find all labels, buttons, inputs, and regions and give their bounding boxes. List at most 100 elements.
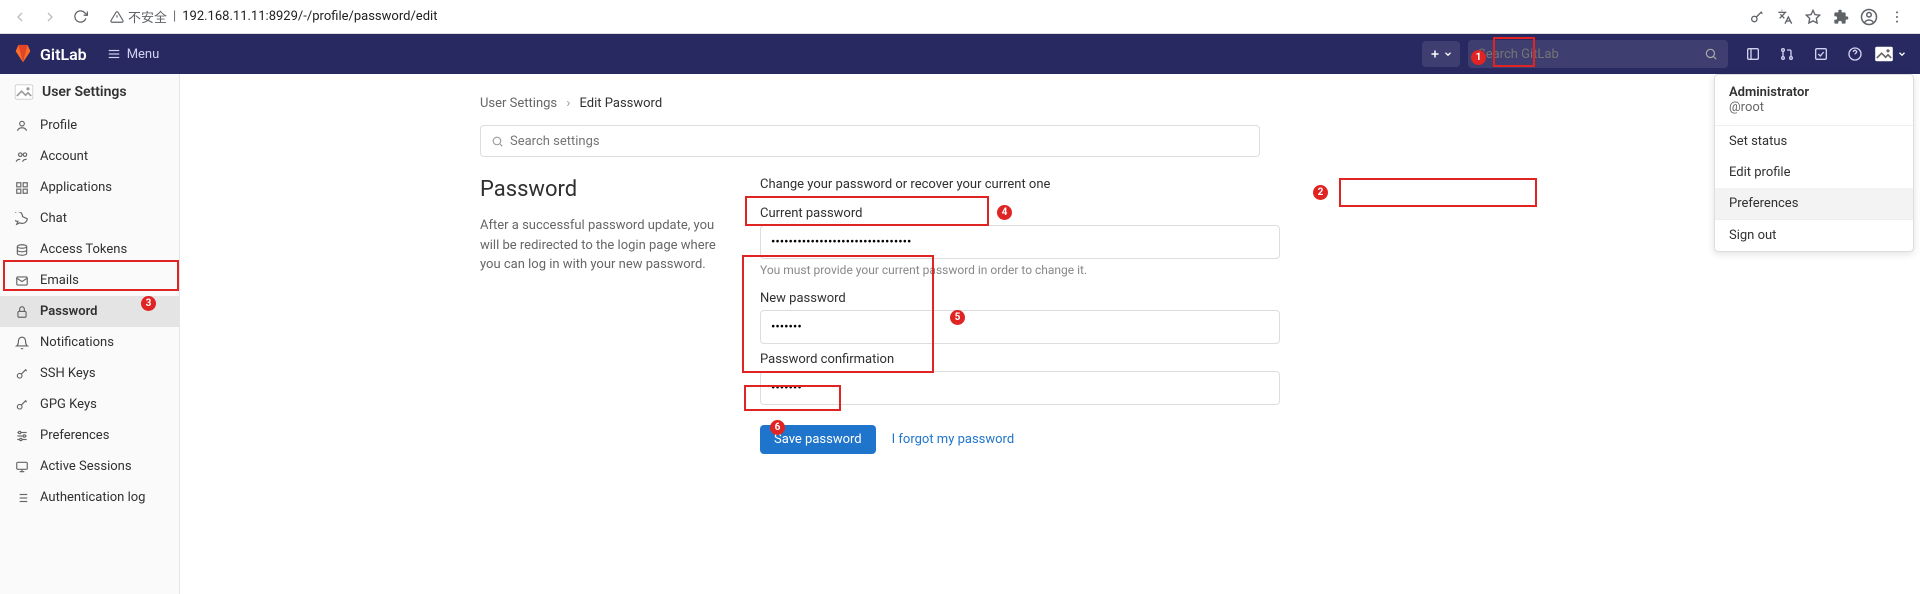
confirm-password-label: Password confirmation <box>760 352 1280 367</box>
issues-shortcut[interactable] <box>1736 37 1770 71</box>
main-content: User Settings › Edit Password Password A… <box>180 74 1920 594</box>
form-description: Change your password or recover your cur… <box>760 177 1280 192</box>
sidebar-item-label: Emails <box>40 273 79 288</box>
browser-actions <box>1746 6 1912 28</box>
lock-icon <box>14 305 30 319</box>
gitlab-icon <box>12 43 34 65</box>
sidebar-item-applications[interactable]: Applications <box>0 172 179 203</box>
sidebar-item-label: Chat <box>40 211 67 226</box>
dropdown-edit-profile[interactable]: Edit profile <box>1715 157 1913 188</box>
apps-icon <box>14 181 30 195</box>
current-password-help: You must provide your current password i… <box>760 263 1280 277</box>
sidebar-item-active-sessions[interactable]: Active Sessions <box>0 451 179 482</box>
avatar-placeholder-icon <box>1874 46 1894 62</box>
sidebar-item-password[interactable]: Password <box>0 296 179 327</box>
forward-button[interactable] <box>38 5 62 29</box>
extensions-icon[interactable] <box>1830 6 1852 28</box>
sidebar-item-label: Authentication log <box>40 490 145 505</box>
save-password-button[interactable]: Save password <box>760 425 876 454</box>
sidebar-item-access-tokens[interactable]: Access Tokens <box>0 234 179 265</box>
bell-icon <box>14 336 30 350</box>
current-password-input[interactable] <box>760 225 1280 259</box>
todos-shortcut[interactable] <box>1804 37 1838 71</box>
sidebar-item-profile[interactable]: Profile <box>0 110 179 141</box>
search-icon <box>1704 47 1718 61</box>
sidebar-item-label: Preferences <box>40 428 109 443</box>
account-icon <box>14 150 30 164</box>
sidebar-item-gpg-keys[interactable]: GPG Keys <box>0 389 179 420</box>
current-password-label: Current password <box>760 206 1280 221</box>
star-icon[interactable] <box>1802 6 1824 28</box>
monitor-icon <box>14 460 30 474</box>
plus-icon <box>1429 48 1441 60</box>
sliders-icon <box>14 429 30 443</box>
sidebar-item-preferences[interactable]: Preferences <box>0 420 179 451</box>
profile-icon <box>14 119 30 133</box>
breadcrumb: User Settings › Edit Password <box>480 90 1860 125</box>
sidebar-item-label: Access Tokens <box>40 242 127 257</box>
search-icon <box>491 135 504 148</box>
user-dropdown: Administrator @root Set status Edit prof… <box>1714 74 1914 252</box>
brand-text: GitLab <box>40 45 87 64</box>
chevron-down-icon <box>1443 49 1453 59</box>
back-button[interactable] <box>8 5 32 29</box>
url-separator: | <box>173 9 176 24</box>
gitlab-logo[interactable]: GitLab <box>12 43 87 65</box>
merge-requests-shortcut[interactable] <box>1770 37 1804 71</box>
chevron-down-icon <box>1897 49 1907 59</box>
sidebar-item-label: Notifications <box>40 335 114 350</box>
dropdown-preferences[interactable]: Preferences <box>1715 188 1913 219</box>
list-icon <box>14 491 30 505</box>
key-icon <box>14 367 30 381</box>
security-indicator: 不安全 <box>110 7 167 26</box>
search-input[interactable] <box>1478 47 1698 62</box>
translate-icon[interactable] <box>1774 6 1796 28</box>
search-settings[interactable] <box>480 125 1260 157</box>
menu-button[interactable]: Menu <box>107 47 160 62</box>
new-dropdown[interactable] <box>1422 41 1460 67</box>
search-settings-input[interactable] <box>510 134 1249 149</box>
sidebar-item-notifications[interactable]: Notifications <box>0 327 179 358</box>
insecure-label: 不安全 <box>128 7 167 26</box>
gitlab-navbar: GitLab Menu <box>0 34 1920 74</box>
dropdown-name: Administrator <box>1729 85 1899 100</box>
reload-button[interactable] <box>68 5 92 29</box>
sidebar-item-label: Password <box>40 304 97 319</box>
email-icon <box>14 274 30 288</box>
menu-dots-icon[interactable] <box>1886 6 1908 28</box>
sidebar-item-emails[interactable]: Emails <box>0 265 179 296</box>
new-password-label: New password <box>760 291 1280 306</box>
forgot-password-link[interactable]: I forgot my password <box>892 432 1015 447</box>
new-password-input[interactable] <box>760 310 1280 344</box>
dropdown-set-status[interactable]: Set status <box>1715 126 1913 157</box>
section-intro: Password After a successful password upd… <box>480 177 730 454</box>
sidebar-item-account[interactable]: Account <box>0 141 179 172</box>
sidebar-item-auth-log[interactable]: Authentication log <box>0 482 179 513</box>
password-form: Change your password or recover your cur… <box>760 177 1280 454</box>
user-menu-button[interactable] <box>1872 40 1908 68</box>
sidebar-item-ssh-keys[interactable]: SSH Keys <box>0 358 179 389</box>
sidebar-item-chat[interactable]: Chat <box>0 203 179 234</box>
hamburger-icon <box>107 47 121 61</box>
breadcrumb-root[interactable]: User Settings <box>480 96 557 111</box>
section-heading: Password <box>480 177 730 202</box>
breadcrumb-current: Edit Password <box>580 96 663 111</box>
confirm-password-input[interactable] <box>760 371 1280 405</box>
sidebar-item-label: Account <box>40 149 88 164</box>
sidebar-item-label: GPG Keys <box>40 397 97 412</box>
avatar-small-icon <box>14 84 34 100</box>
dropdown-sign-out[interactable]: Sign out <box>1715 219 1913 251</box>
browser-toolbar: 不安全 | 192.168.11.11:8929/-/profile/passw… <box>0 0 1920 34</box>
help-shortcut[interactable] <box>1838 37 1872 71</box>
global-search[interactable] <box>1468 40 1728 68</box>
warning-icon <box>110 10 124 24</box>
key-icon <box>14 398 30 412</box>
sidebar-item-label: Applications <box>40 180 112 195</box>
sidebar-title: User Settings <box>0 74 179 110</box>
url-bar[interactable]: 不安全 | 192.168.11.11:8929/-/profile/passw… <box>98 7 437 26</box>
sidebar: User Settings Profile Account Applicatio… <box>0 74 180 594</box>
menu-label: Menu <box>127 47 160 62</box>
profile-icon[interactable] <box>1858 6 1880 28</box>
sidebar-title-text: User Settings <box>42 84 127 100</box>
key-icon[interactable] <box>1746 6 1768 28</box>
